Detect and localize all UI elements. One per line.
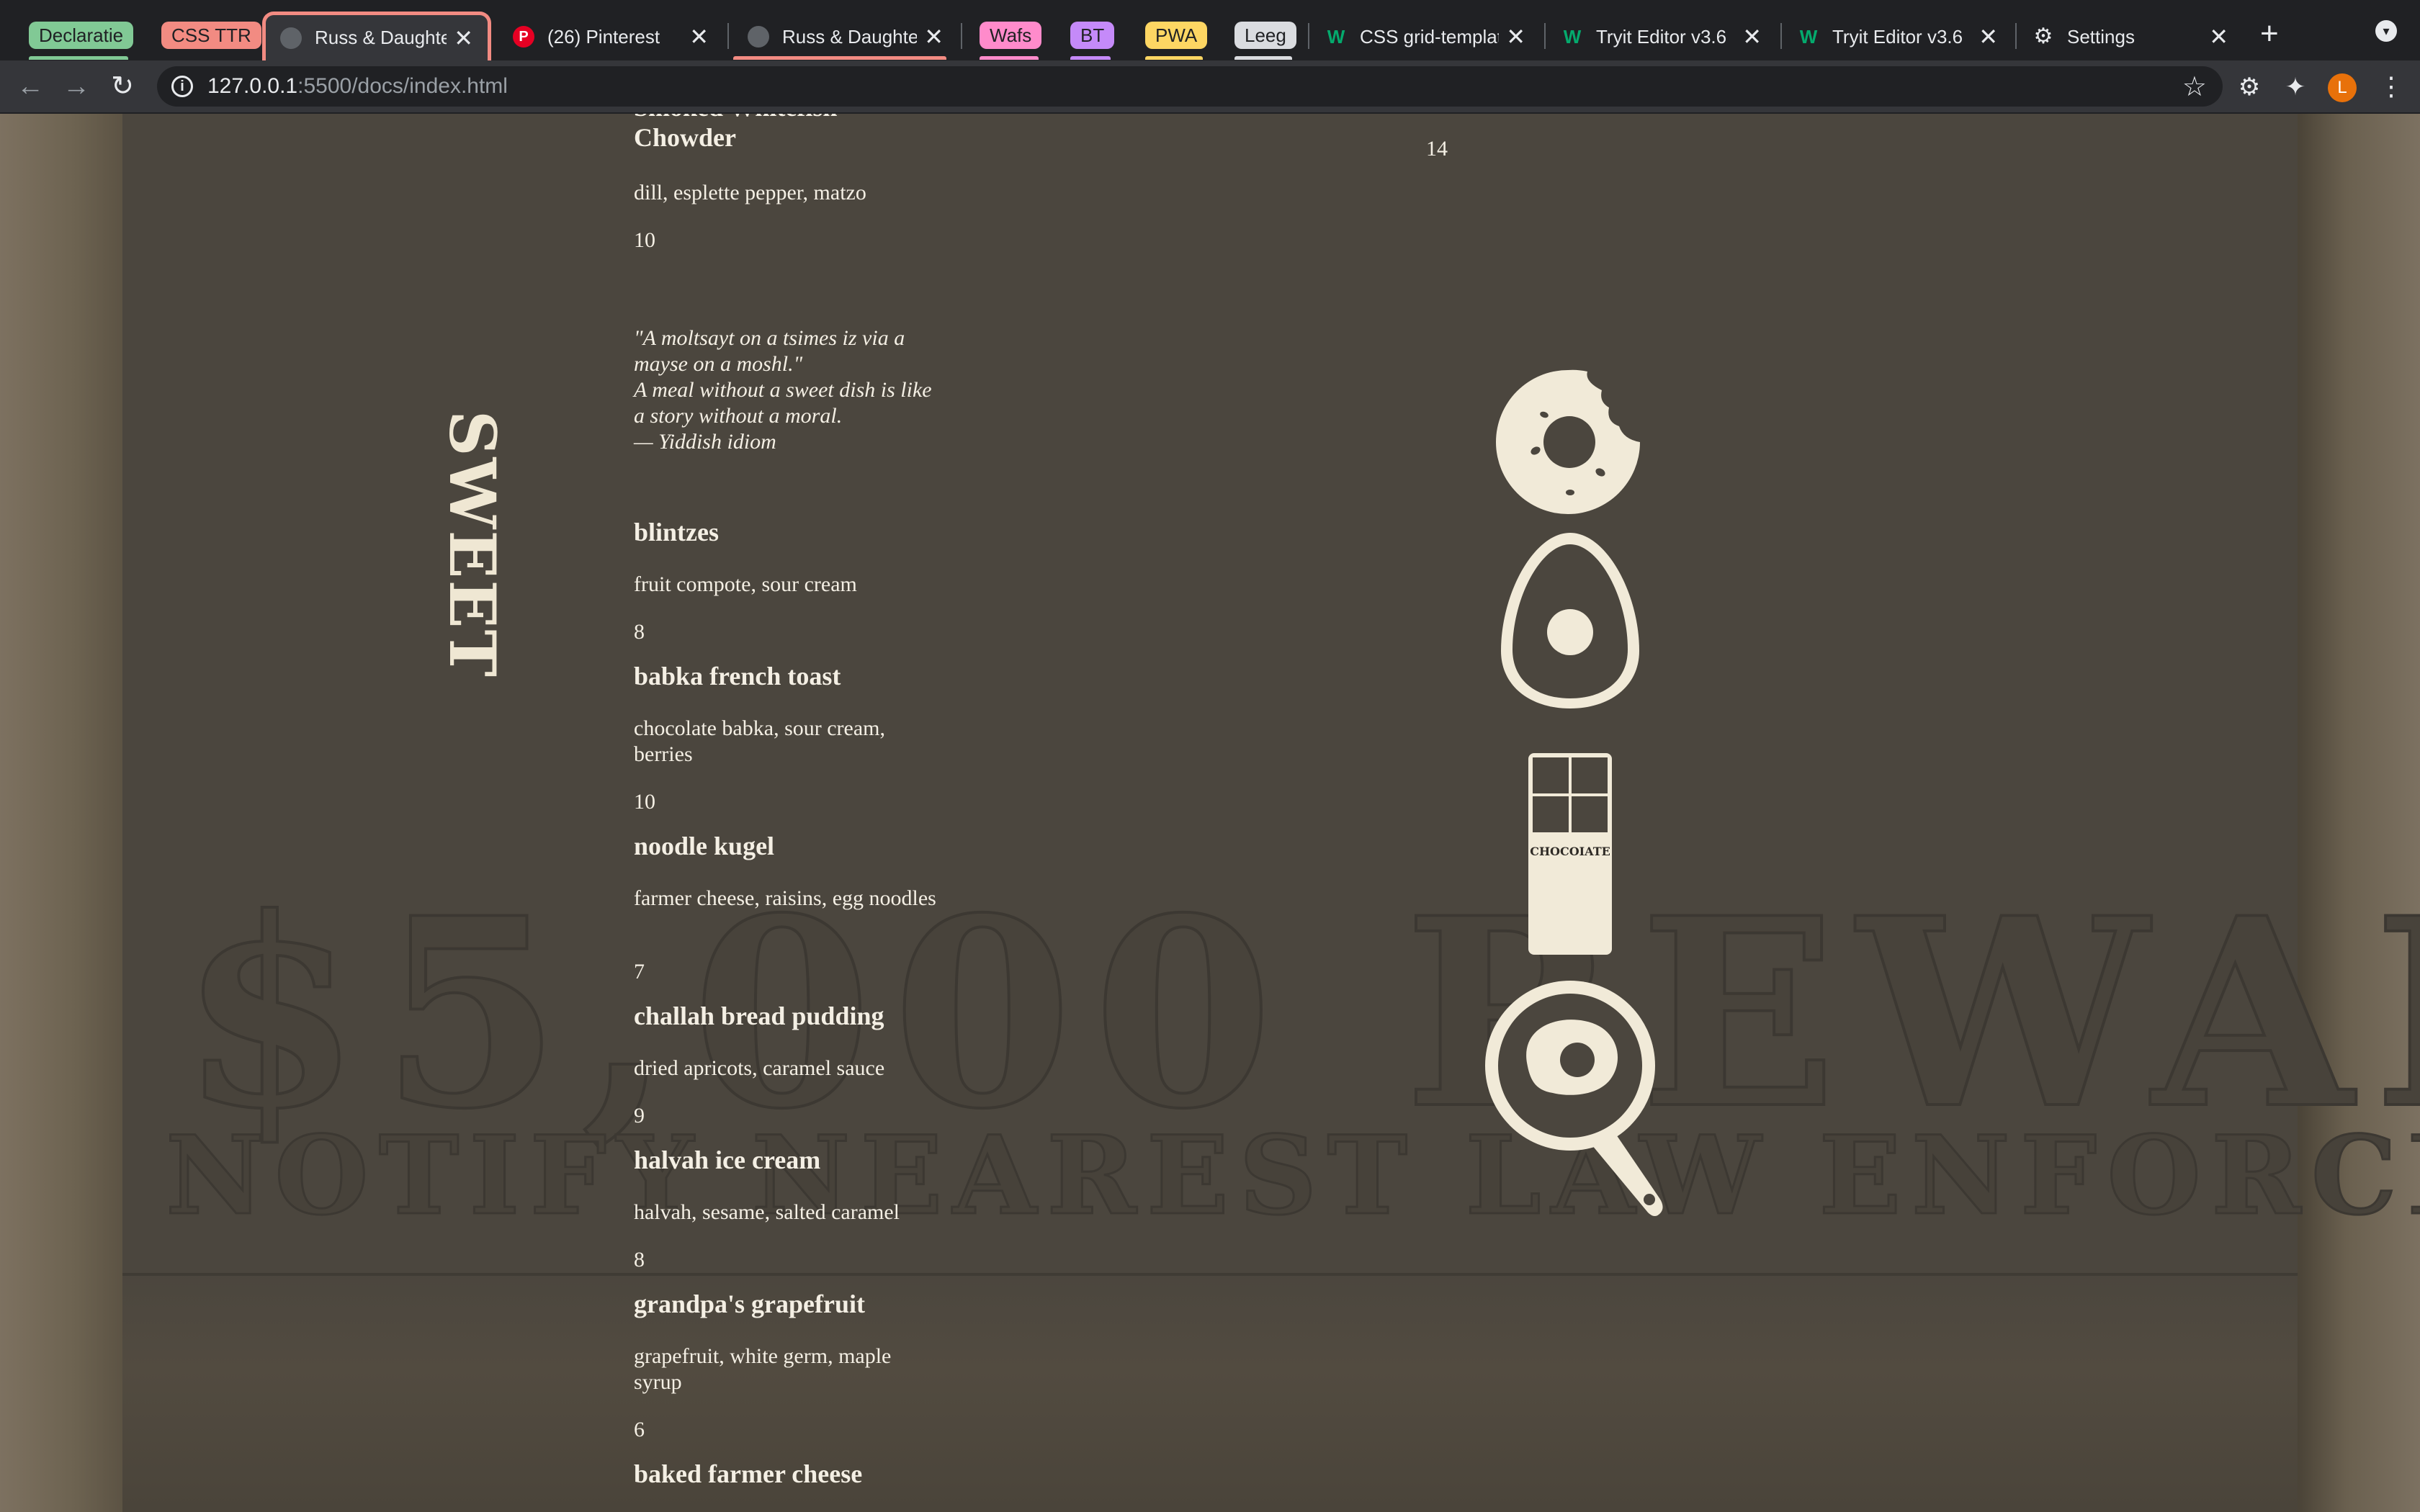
tab-separator (2015, 23, 2017, 49)
tab-group-underline (1070, 56, 1111, 60)
w3schools-icon: W (1327, 26, 1345, 48)
tab-separator (961, 23, 962, 49)
bookmark-star-icon[interactable]: ☆ (2182, 71, 2207, 103)
bitten-bagel-icon (1492, 366, 1644, 522)
menu-item-title: grandpa's grapefruit (634, 1290, 866, 1318)
paper-background-left (0, 114, 122, 1512)
tab-search-icon[interactable]: ▾ (2375, 20, 2397, 42)
globe-icon (280, 27, 302, 49)
tab-group-css-ttr[interactable]: CSS TTR (161, 22, 261, 49)
menu-item-title: babka french toast (634, 662, 841, 690)
tab-css-grid-template[interactable]: W CSS grid-template ✕ (1311, 13, 1540, 60)
tab-separator (727, 23, 729, 49)
tab-group-bt[interactable]: BT (1070, 22, 1115, 49)
frying-pan-egg-icon (1484, 978, 1671, 1226)
tab-strip: Declaratie CSS TTR Russ & Daughters ✕ P … (0, 0, 2420, 60)
tab-separator (1544, 23, 1546, 49)
browser-toolbar: ← → ↻ i 127.0.0.1:5500/docs/index.html ☆… (0, 60, 2420, 114)
menu-panel-lower (122, 1273, 2298, 1512)
tab-group-pwa[interactable]: PWA (1145, 22, 1208, 49)
forward-icon[interactable]: → (60, 71, 92, 102)
gear-icon: ⚙ (2033, 24, 2053, 48)
chocolate-label: CHOCOIATE (1530, 845, 1610, 858)
quote-attribution: — Yiddish idiom (634, 430, 776, 454)
close-icon[interactable]: ✕ (454, 24, 473, 52)
address-bar[interactable]: i 127.0.0.1:5500/docs/index.html ☆ (157, 66, 2223, 107)
tab-settings[interactable]: ⚙ Settings ✕ (2018, 13, 2243, 60)
tab-group-underline (1145, 56, 1203, 60)
sweet-section-logo: SWEET (435, 410, 510, 679)
tab-russ-daughters-active[interactable]: Russ & Daughters ✕ (262, 12, 491, 60)
menu-item-description: dried apricots, caramel sauce (634, 1056, 885, 1080)
quote-yiddish: "A moltsayt on a tsimes iz via a mayse o… (634, 326, 905, 376)
tab-separator (1780, 23, 1782, 49)
new-tab-button[interactable]: + (2260, 16, 2279, 52)
menu-item-description: fruit compote, sour cream (634, 572, 857, 596)
tab-group-underline (733, 56, 946, 60)
menu-item-description: farmer cheese, raisins, egg noodles (634, 886, 936, 910)
url-text: 127.0.0.1:5500/docs/index.html (207, 74, 508, 98)
extensions-puzzle-icon[interactable]: ✦ (2282, 73, 2309, 101)
menu-item-description: grapefruit, white germ, maple syrup (634, 1344, 892, 1394)
tab-group-underline (980, 56, 1039, 60)
tab-tryit-editor-2[interactable]: W Tryit Editor v3.6 ✕ (1783, 13, 2012, 60)
paper-background-right (2298, 114, 2420, 1512)
menu-item-price: 6 (634, 1418, 645, 1441)
menu-item-price: 10 (634, 790, 655, 814)
notify-watermark: NOTIFY NEAREST LAW ENFORCEMENT AGENCY (165, 1112, 2420, 1239)
close-icon[interactable]: ✕ (924, 23, 944, 50)
close-icon[interactable]: ✕ (1742, 23, 1762, 50)
avocado-icon (1498, 528, 1642, 715)
tab-pinterest[interactable]: P (26) Pinterest ✕ (498, 13, 723, 60)
tab-group-declaratie[interactable]: Declaratie (29, 22, 134, 49)
menu-item-title: Smoked Whitefish Chowder (634, 114, 837, 152)
tab-group-underline (1234, 56, 1292, 60)
globe-icon (748, 26, 769, 48)
page-viewport: $5,000 REWARD! NOTIFY NEAREST LAW ENFORC… (0, 114, 2420, 1512)
tab-group-leeg[interactable]: Leeg (1234, 22, 1296, 49)
back-icon[interactable]: ← (14, 71, 46, 102)
tab-group-wafs[interactable]: Wafs (980, 22, 1042, 49)
panel-divider (122, 1273, 2298, 1276)
browser-menu-icon[interactable]: ⋮ (2378, 72, 2404, 101)
site-info-icon[interactable]: i (171, 76, 193, 97)
menu-item-title: blintzes (634, 518, 720, 546)
menu-item-price: 9 (634, 1104, 645, 1128)
menu-item-title: challah bread pudding (634, 1002, 884, 1030)
tab-russ-daughters[interactable]: Russ & Daughters ✕ (733, 13, 958, 60)
menu-item-price: 8 (634, 1248, 645, 1272)
close-icon[interactable]: ✕ (1978, 23, 1998, 50)
chocolate-bar-icon: CHOCOIATE (1527, 752, 1613, 960)
tab-tryit-editor-1[interactable]: W Tryit Editor v3.6 ✕ (1547, 13, 1776, 60)
avatar[interactable]: L (2328, 73, 2357, 102)
menu-item-description: chocolate babka, sour cream, berries (634, 716, 885, 766)
menu-item-price: 7 (634, 960, 645, 984)
close-icon[interactable]: ✕ (1506, 23, 1525, 50)
item-price: 14 (1426, 137, 1448, 161)
w3schools-icon: W (1563, 26, 1582, 48)
menu-item-description: dill, esplette pepper, matzo (634, 181, 866, 204)
extension-gear-icon[interactable]: ⚙ (2236, 73, 2263, 101)
menu-item-price: 8 (634, 620, 645, 644)
menu-item-price: 10 (634, 228, 655, 252)
reload-icon[interactable]: ↻ (107, 71, 138, 102)
quote-translation: A meal without a sweet dish is like a st… (634, 378, 932, 428)
pinterest-icon: P (513, 26, 534, 48)
close-icon[interactable]: ✕ (689, 23, 709, 50)
w3schools-icon: W (1799, 26, 1818, 48)
menu-item-title: noodle kugel (634, 832, 775, 860)
tab-group-underline (29, 56, 128, 60)
yiddish-quote: "A moltsayt on a tsimes iz via a mayse o… (634, 325, 936, 455)
tab-separator (1308, 23, 1309, 49)
menu-item-description: halvah, sesame, salted caramel (634, 1200, 900, 1224)
close-icon[interactable]: ✕ (2209, 23, 2228, 50)
menu-item-title: halvah ice cream (634, 1146, 821, 1174)
menu-item-title: baked farmer cheese (634, 1459, 863, 1488)
reward-watermark: $5,000 REWARD! (179, 861, 2420, 1166)
